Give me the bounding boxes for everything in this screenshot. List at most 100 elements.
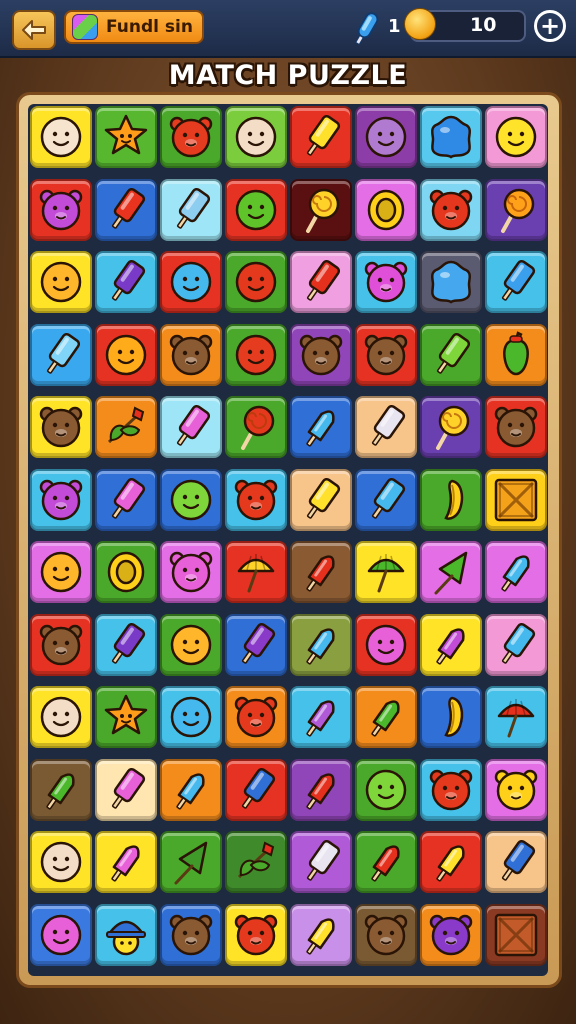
board-tile-bear[interactable]	[30, 613, 92, 676]
board-tile-pop[interactable]	[95, 758, 157, 821]
board-tile-face[interactable]	[225, 251, 287, 313]
board-tile-face[interactable]	[355, 106, 417, 168]
board-tile-ring[interactable]	[95, 541, 157, 603]
board-tile-lolly[interactable]	[225, 396, 287, 458]
board-tile-pop[interactable]	[355, 396, 417, 458]
board-tile-pop[interactable]	[95, 613, 157, 676]
board-tile-face[interactable]	[30, 251, 92, 313]
board-tile-face[interactable]	[225, 106, 287, 168]
board-tile-pop[interactable]	[420, 323, 482, 386]
board-tile-rocketpop[interactable]	[160, 758, 222, 821]
board-tile-face[interactable]	[95, 323, 157, 386]
board-tile-gem[interactable]	[420, 106, 482, 168]
board-tile-bear[interactable]	[485, 396, 547, 458]
board-tile-hat[interactable]	[95, 903, 157, 966]
board-tile-face[interactable]	[485, 106, 547, 168]
board-tile-pop[interactable]	[485, 613, 547, 676]
board-tile-leaf[interactable]	[225, 831, 287, 893]
board-tile-face[interactable]	[160, 686, 222, 748]
board-tile-pop[interactable]	[30, 323, 92, 386]
board-tile-rocketpop[interactable]	[355, 686, 417, 748]
board-tile-pop[interactable]	[485, 251, 547, 313]
board-tile-rocketpop[interactable]	[290, 541, 352, 603]
board-tile-bear[interactable]	[160, 541, 222, 603]
board-tile-star[interactable]	[95, 686, 157, 748]
board-tile-cone[interactable]	[420, 541, 482, 603]
board-tile-gem[interactable]	[420, 251, 482, 313]
board-tile-rocketpop[interactable]	[290, 686, 352, 748]
board-tile-rocketpop[interactable]	[420, 613, 482, 676]
board-tile-banana[interactable]	[420, 468, 482, 531]
board-tile-umbrella[interactable]	[485, 686, 547, 748]
board-tile-bear[interactable]	[420, 903, 482, 966]
board-tile-face[interactable]	[30, 831, 92, 893]
board-tile-lolly[interactable]	[290, 178, 352, 241]
board-tile-pop[interactable]	[95, 178, 157, 241]
board-tile-face[interactable]	[355, 613, 417, 676]
board-tile-umbrella[interactable]	[355, 541, 417, 603]
board-tile-pop[interactable]	[290, 106, 352, 168]
board-tile-bear[interactable]	[30, 396, 92, 458]
board-tile-face[interactable]	[30, 106, 92, 168]
board-tile-rocketpop[interactable]	[30, 758, 92, 821]
board-tile-pepper[interactable]	[485, 323, 547, 386]
board-tile-face[interactable]	[160, 251, 222, 313]
board-tile-face[interactable]	[225, 323, 287, 386]
board-tile-pop[interactable]	[290, 831, 352, 893]
board-tile-rocketpop[interactable]	[290, 758, 352, 821]
board-tile-rocketpop[interactable]	[420, 831, 482, 893]
board-tile-pop[interactable]	[485, 831, 547, 893]
board-tile-pop[interactable]	[290, 251, 352, 313]
board-tile-pop[interactable]	[160, 178, 222, 241]
board-tile-face[interactable]	[160, 468, 222, 531]
board-tile-bear[interactable]	[355, 323, 417, 386]
board-tile-face[interactable]	[160, 613, 222, 676]
board-tile-leaf[interactable]	[95, 396, 157, 458]
board-tile-pop[interactable]	[95, 251, 157, 313]
board-tile-bear[interactable]	[30, 468, 92, 531]
board-tile-bear[interactable]	[225, 903, 287, 966]
board-tile-umbrella[interactable]	[225, 541, 287, 603]
board-tile-cone[interactable]	[160, 831, 222, 893]
board-tile-lolly[interactable]	[485, 178, 547, 241]
board-tile-rocketpop[interactable]	[290, 613, 352, 676]
board-tile-rocketpop[interactable]	[485, 541, 547, 603]
board-tile-crate[interactable]	[485, 468, 547, 531]
rocket-booster-icon[interactable]	[352, 6, 382, 48]
back-button[interactable]	[12, 10, 56, 50]
board-tile-bear[interactable]	[485, 758, 547, 821]
board-tile-pop[interactable]	[225, 613, 287, 676]
board-tile-rocketpop[interactable]	[355, 831, 417, 893]
board-tile-bear[interactable]	[420, 758, 482, 821]
board-tile-star[interactable]	[95, 106, 157, 168]
board-tile-bear[interactable]	[355, 251, 417, 313]
board-tile-face[interactable]	[30, 686, 92, 748]
board-tile-bear[interactable]	[420, 178, 482, 241]
board-tile-bear[interactable]	[160, 106, 222, 168]
board-tile-pop[interactable]	[95, 468, 157, 531]
board-tile-face[interactable]	[355, 758, 417, 821]
board-tile-bear[interactable]	[30, 178, 92, 241]
board-tile-pop[interactable]	[225, 758, 287, 821]
board-tile-rocketpop[interactable]	[290, 903, 352, 966]
board-tile-lolly[interactable]	[420, 396, 482, 458]
board-tile-pop[interactable]	[355, 468, 417, 531]
board-tile-ring[interactable]	[355, 178, 417, 241]
board-tile-banana[interactable]	[420, 686, 482, 748]
board-tile-rocketpop[interactable]	[290, 396, 352, 458]
board-tile-bear[interactable]	[225, 468, 287, 531]
board-tile-rocketpop[interactable]	[95, 831, 157, 893]
board-tile-bear[interactable]	[355, 903, 417, 966]
level-badge[interactable]: Fundl sin	[64, 10, 204, 44]
board-tile-bear[interactable]	[160, 903, 222, 966]
board-tile-crate[interactable]	[485, 903, 547, 966]
board-tile-pop[interactable]	[290, 468, 352, 531]
add-coins-button[interactable]: +	[534, 10, 566, 42]
board-tile-bear[interactable]	[290, 323, 352, 386]
board-tile-pop[interactable]	[160, 396, 222, 458]
board-tile-face[interactable]	[225, 178, 287, 241]
board-tile-bear[interactable]	[225, 686, 287, 748]
board-tile-face[interactable]	[30, 541, 92, 603]
board-tile-face[interactable]	[30, 903, 92, 966]
board-tile-bear[interactable]	[160, 323, 222, 386]
